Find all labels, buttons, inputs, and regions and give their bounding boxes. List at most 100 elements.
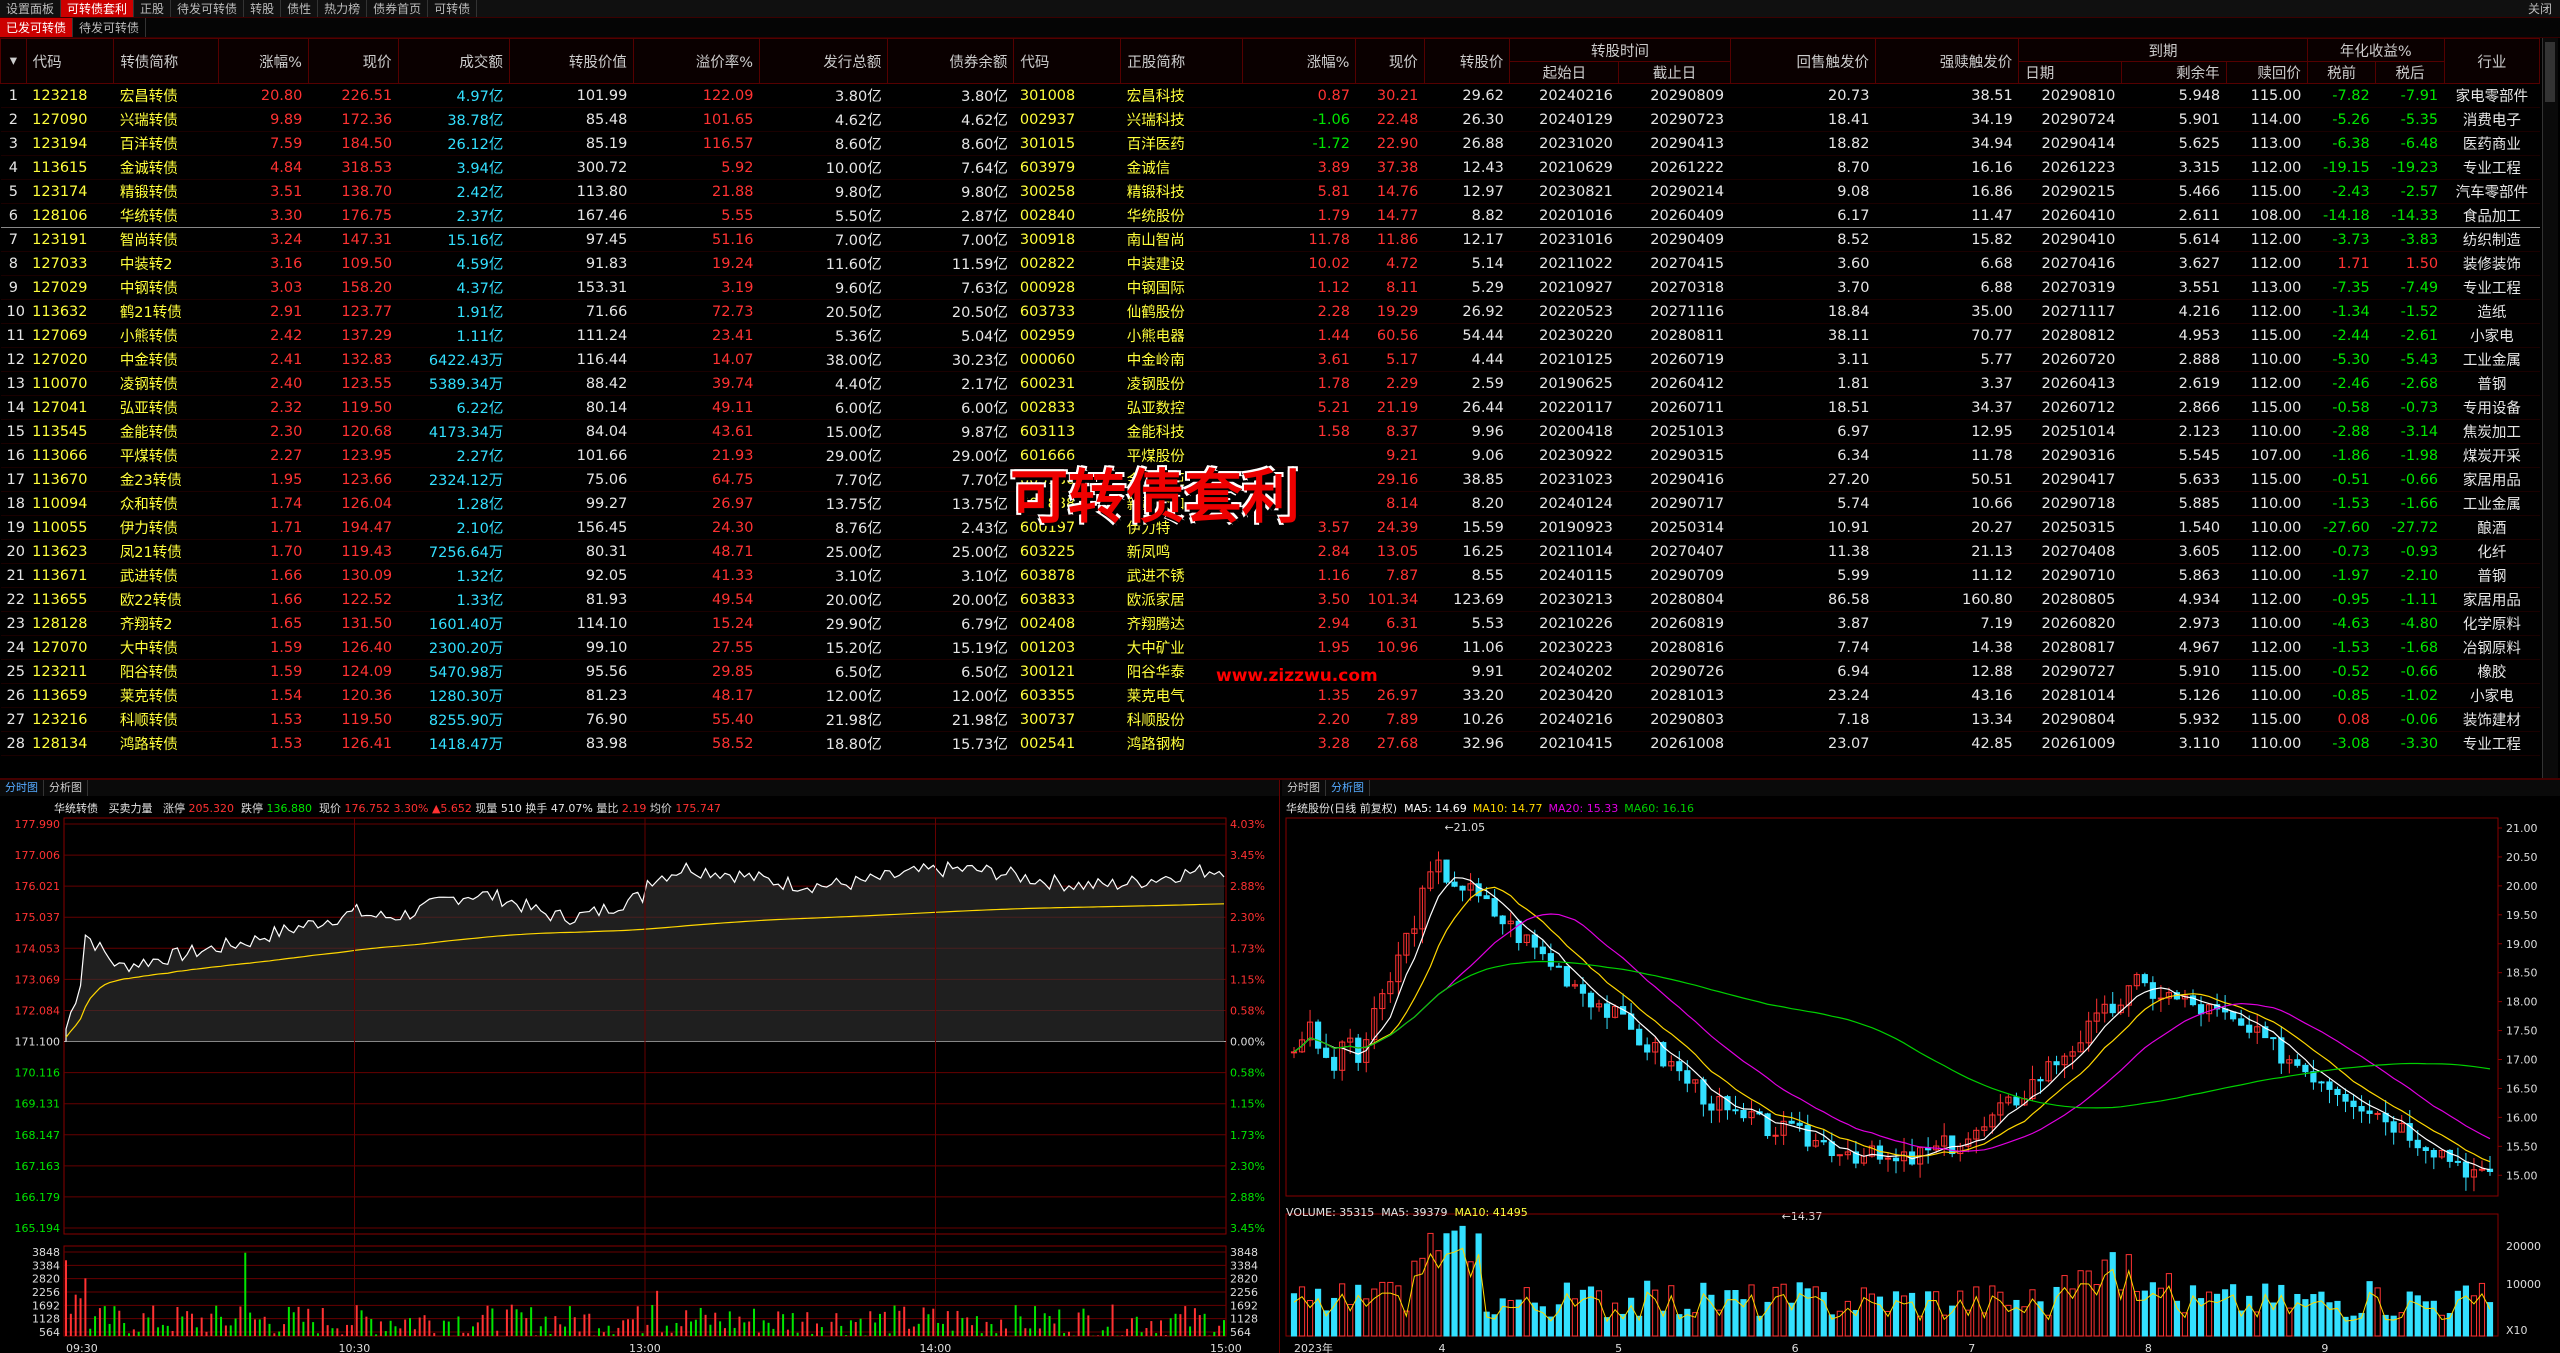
table-cell: 300737 [1013,707,1121,732]
table-row[interactable]: 10 113632 鹤21转债 2.91 123.77 1.91亿 71.66 72.73 20… [0,299,2540,324]
table-cell: 10.96 [1355,635,1425,660]
vol-tick-right: 2820 [1230,1273,1258,1286]
col-header-1[interactable]: 转债简称 [113,38,220,84]
tab-intraday-right[interactable]: 分时图 [1282,780,1326,796]
top-tab-5[interactable]: 债性 [281,0,319,17]
col-header-14[interactable]: 起始日 [1509,61,1620,84]
table-cell: 70.77 [1875,323,2019,348]
candle-body [2302,1064,2309,1073]
top-tab-0[interactable]: 设置面板 [0,0,62,17]
tab-analysis[interactable]: 分析图 [44,780,88,796]
table-cell: 鸿路转债 [113,731,219,756]
intraday-chart[interactable]: 177.990 4.03% 177.006 3.45% 176.021 2.88% 175.… [0,796,1280,1353]
col-header-3[interactable]: 现价 [307,38,399,84]
table-row[interactable]: 6 128106 华统转债 3.30 176.75 2.37亿 167.46 5.55 5.50… [0,203,2540,228]
table-cell: 精锻科技 [1120,179,1243,204]
table-cell: -1.97 [2307,563,2376,588]
top-tab-4[interactable]: 转股 [244,0,282,17]
sub-tab-0[interactable]: 已发可转债 [0,18,74,37]
top-tab-2[interactable]: 正股 [134,0,172,17]
top-tab-1[interactable]: 可转债套利 [61,0,135,17]
table-row[interactable]: 22 113655 欧22转债 1.66 122.52 1.33亿 81.93 49.54 20… [0,587,2540,612]
table-cell: 3.315 [2121,155,2227,180]
table-cell: 家居用品 [2444,587,2540,612]
table-cell: 4.72 [1355,251,1425,276]
table-cell: 30.23亿 [887,347,1014,372]
candle-body [1587,992,1595,1008]
table-cell: 20210226 [1509,611,1619,636]
top-tab-3[interactable]: 待发可转债 [171,0,245,17]
tab-analysis-right[interactable]: 分析图 [1326,780,1370,796]
table-row[interactable]: 24 127070 大中转债 1.59 126.40 2300.20万 99.10 27.55… [0,635,2540,660]
top-tab-7[interactable]: 债券首页 [367,0,429,17]
col-header-20[interactable]: 赎回价 [2225,61,2308,84]
table-cell: 5.17 [1355,347,1425,372]
top-tab-8[interactable]: 可转债 [428,0,478,17]
table-row[interactable]: 1 123218 宏昌转债 20.80 226.51 4.97亿 101.99 122.09 3… [0,83,2540,108]
col-header-9[interactable]: 代码 [1013,38,1122,84]
volume-bar [1764,1301,1771,1337]
close-button[interactable]: 关闭 [2528,0,2552,18]
top-tab-6[interactable]: 热力榜 [318,0,368,17]
table-cell: -14.33 [2375,203,2445,228]
col-header-4[interactable]: 成交额 [397,38,510,84]
table-row[interactable]: 3 123194 百洋转债 7.59 184.50 26.12亿 85.19 116.57 8.… [0,131,2540,156]
sub-tab-1[interactable]: 待发可转债 [73,18,147,37]
tab-intraday[interactable]: 分时图 [0,780,44,796]
col-header-12[interactable]: 现价 [1355,38,1425,84]
volume-bar [2430,1300,2437,1337]
table-row[interactable]: 5 123174 精锻转债 3.51 138.70 2.42亿 113.80 21.88 9.8… [0,179,2540,204]
table-row[interactable]: 13 110070 凌钢转债 2.40 123.55 5389.34万 88.42 39.74… [0,371,2540,396]
col-header-18[interactable]: 日期 [2018,61,2122,84]
sub-tab-bar: 已发可转债 待发可转债 [0,18,2560,38]
col-header-21[interactable]: 税前 [2306,61,2377,84]
col-header-10[interactable]: 正股简称 [1120,38,1244,84]
table-row[interactable]: 28 128134 鸿路转债 1.53 126.41 1418.47万 83.98 58.52… [0,731,2540,756]
col-header-0[interactable]: 代码 [25,38,115,84]
table-row[interactable]: 7 123191 智尚转债 3.24 147.31 15.16亿 97.45 51.16 7.0… [0,227,2540,252]
table-row[interactable]: 14 127041 弘亚转债 2.32 119.50 6.22亿 80.14 49.11 6.0… [0,395,2540,420]
table-cell: 1.28亿 [398,491,510,516]
table-row[interactable]: 21 113671 武进转债 1.66 130.09 1.32亿 92.05 41.33 3.1… [0,563,2540,588]
col-header-22[interactable]: 税后 [2375,61,2445,84]
col-header-16[interactable]: 回售触发价 [1729,38,1876,84]
table-cell: -0.06 [2375,707,2445,732]
table-row[interactable]: 2 127090 兴瑞转债 9.89 172.36 38.78亿 85.48 101.65 4.… [0,107,2540,132]
col-header-6[interactable]: 溢价率% [632,38,760,84]
table-row[interactable]: 26 113659 莱克转债 1.54 120.36 1280.30万 81.23 48.17… [0,683,2540,708]
table-cell: 8.76亿 [759,515,888,540]
table-scrollbar[interactable] [2542,38,2558,778]
table-row[interactable]: 12 127020 中金转债 2.41 132.83 6422.43万 116.44 14.0… [0,347,2540,372]
table-row[interactable]: 4 113615 金诚转债 4.84 318.53 3.94亿 300.72 5.92 10.0… [0,155,2540,180]
table-cell: 110.00 [2226,347,2308,372]
sort-toggle[interactable]: ▾ [0,38,27,84]
table-cell: 115.00 [2226,707,2308,732]
col-header-15[interactable]: 截止日 [1618,61,1731,84]
table-cell: -0.73 [2307,539,2376,564]
table-cell: 172.36 [308,107,399,132]
col-header-2[interactable]: 涨幅% [218,38,309,84]
scrollbar-thumb[interactable] [2545,42,2555,102]
table-row[interactable]: 11 127069 小熊转债 2.42 137.29 1.11亿 111.24 23.41 5.… [0,323,2540,348]
table-row[interactable]: 15 113545 金能转债 2.30 120.68 4173.34万 84.04 43.61… [0,419,2540,444]
col-header-5[interactable]: 转股价值 [508,38,634,84]
col-header-23[interactable]: 行业 [2443,38,2540,84]
table-cell: 5.14 [1424,251,1510,276]
col-header-17[interactable]: 强赎触发价 [1874,38,2020,84]
col-header-8[interactable]: 债券余额 [887,38,1015,84]
col-header-11[interactable]: 涨幅% [1242,38,1357,84]
candle-body [2246,1024,2253,1033]
col-header-19[interactable]: 剩余年 [2120,61,2227,84]
website-watermark: www.zizzwu.com [1216,666,1378,686]
col-header-7[interactable]: 发行总额 [758,38,889,84]
table-cell: 20271117 [2018,299,2122,324]
table-row[interactable]: 20 113623 凤21转债 1.70 119.43 7256.64万 80.31 48.7… [0,539,2540,564]
table-row[interactable]: 9 127029 中钢转债 3.03 158.20 4.37亿 153.31 3.19 9.60… [0,275,2540,300]
kline-chart[interactable]: 21.00 20.50 20.00 19.50 19.00 18.50 18.00 17.50… [1282,796,2560,1353]
col-header-13[interactable]: 转股价 [1423,38,1511,84]
table-cell: 20290727 [2018,659,2122,684]
volume-bar [2422,1301,2429,1337]
table-row[interactable]: 8 127033 中装转2 3.16 109.50 4.59亿 91.83 19.24 11.6… [0,251,2540,276]
table-row[interactable]: 23 128128 齐翔转2 1.65 131.50 1601.40万 114.10 15.2… [0,611,2540,636]
table-row[interactable]: 27 123216 科顺转债 1.53 119.50 8255.90万 76.90 55.40… [0,707,2540,732]
